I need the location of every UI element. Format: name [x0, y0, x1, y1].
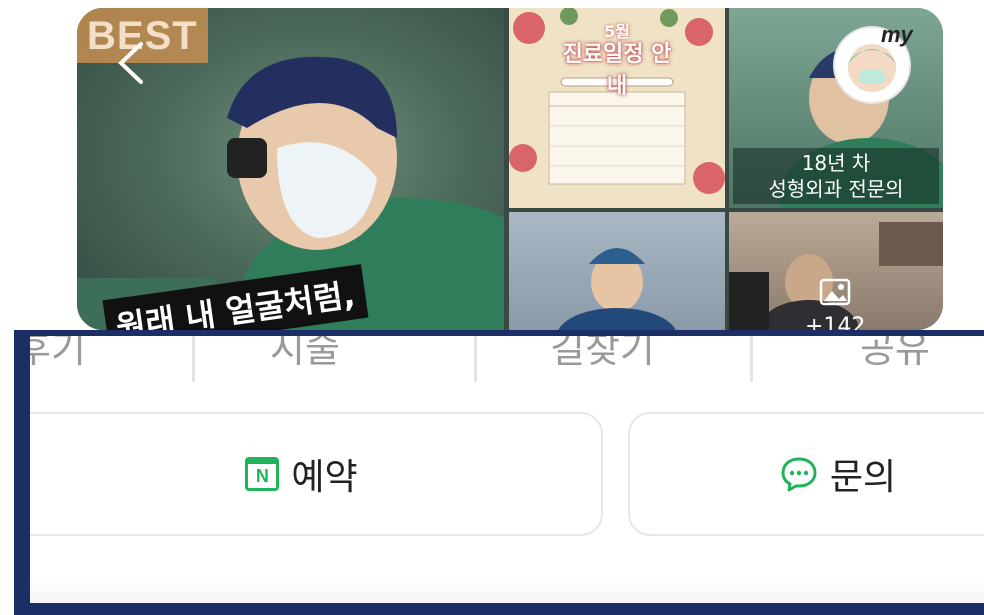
tab-divider: [474, 336, 477, 382]
doctor-caption-line2: 성형외과 전문의: [768, 177, 904, 201]
gallery-main-photo[interactable]: BEST 원래 내 얼굴처럼,: [77, 8, 504, 330]
tab-divider: [192, 336, 195, 382]
chevron-left-icon[interactable]: [115, 40, 145, 86]
naver-calendar-icon: N: [245, 457, 280, 491]
gallery-doctor-photo-2[interactable]: [509, 212, 725, 330]
tab-directions[interactable]: 길찾기: [550, 336, 655, 373]
doctor-caption: 18년 차 성형외과 전문의: [733, 148, 939, 204]
tab-share[interactable]: 공유: [860, 336, 930, 373]
calendar-title: 진료일정 안내: [562, 42, 672, 99]
inquiry-button[interactable]: 문의: [628, 412, 984, 536]
tab-reviews[interactable]: 후기: [30, 336, 86, 373]
chat-bubble-icon: [781, 457, 817, 492]
tab-procedures[interactable]: 시술: [270, 336, 340, 373]
photo-gallery[interactable]: BEST 원래 내 얼굴처럼, 5월 진료일정 안내 18년 차 성형외과 전문…: [77, 8, 943, 330]
image-icon: [819, 278, 851, 306]
action-panel: 후기 시술 길찾기 공유 N 예약 문의: [30, 336, 984, 603]
inquiry-button-label: 문의: [829, 457, 897, 498]
my-label: my: [881, 22, 913, 47]
doctor-caption-line1: 18년 차: [801, 151, 871, 175]
bottom-divider-strip: [30, 576, 984, 603]
zoom-frame: 후기 시술 길찾기 공유 N 예약 문의: [14, 330, 984, 615]
gallery-calendar-photo[interactable]: 5월 진료일정 안내: [509, 8, 725, 208]
photo-count[interactable]: +142: [805, 314, 865, 330]
tab-divider: [750, 336, 753, 382]
reserve-button[interactable]: N 예약: [30, 412, 603, 536]
tab-bar: 후기 시술 길찾기 공유: [30, 336, 984, 386]
reserve-button-label: 예약: [291, 457, 358, 498]
gallery-doctor-photo-3[interactable]: [729, 212, 943, 330]
office-illustration: [729, 222, 943, 330]
doctor-portrait-illustration: [558, 248, 676, 330]
